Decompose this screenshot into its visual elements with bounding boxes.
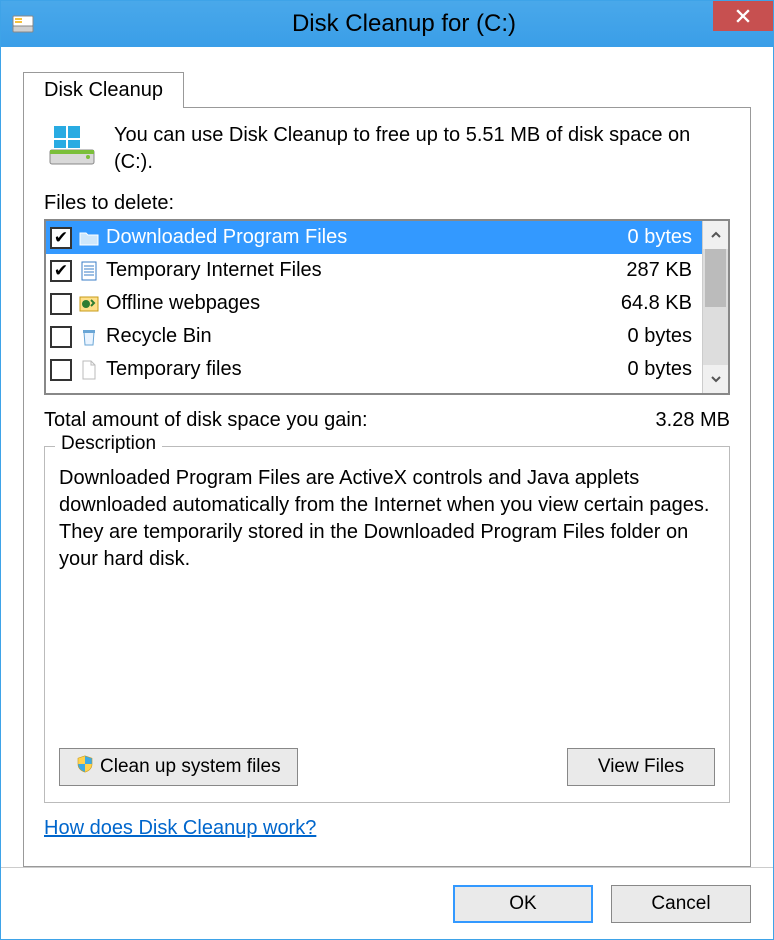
chevron-down-icon — [710, 373, 722, 385]
file-size: 0 bytes — [628, 325, 702, 348]
cleanup-system-files-button[interactable]: Clean up system files — [59, 748, 298, 786]
file-name: Offline webpages — [106, 292, 621, 315]
file-checkbox[interactable] — [50, 293, 72, 315]
content-area: Disk Cleanup — [1, 47, 773, 867]
file-size: 0 bytes — [628, 226, 702, 249]
disk-cleanup-window: Disk Cleanup for (C:) Disk Cleanup — [0, 0, 774, 940]
file-checkbox[interactable]: ✔ — [50, 227, 72, 249]
file-size: 64.8 KB — [621, 292, 702, 315]
file-name: Temporary Internet Files — [106, 259, 626, 282]
disk-cleanup-app-icon — [11, 12, 35, 36]
titlebar: Disk Cleanup for (C:) — [1, 1, 773, 47]
gain-value: 3.28 MB — [656, 409, 730, 432]
file-checkbox[interactable] — [50, 326, 72, 348]
recycle-icon — [78, 326, 100, 348]
ok-label: OK — [509, 893, 536, 915]
chevron-up-icon — [710, 229, 722, 241]
scroll-thumb[interactable] — [705, 249, 726, 307]
file-icon — [78, 359, 100, 381]
intro-row: You can use Disk Cleanup to free up to 5… — [44, 122, 730, 176]
scroll-up-button[interactable] — [703, 221, 728, 249]
file-size: 287 KB — [626, 259, 702, 282]
description-legend: Description — [55, 433, 162, 455]
dialog-footer: OK Cancel — [1, 867, 773, 939]
window-title: Disk Cleanup for (C:) — [35, 10, 773, 38]
offline-icon — [78, 293, 100, 315]
folder-icon — [78, 227, 100, 249]
help-link[interactable]: How does Disk Cleanup work? — [44, 817, 730, 840]
view-files-button[interactable]: View Files — [567, 748, 715, 786]
file-row[interactable]: Temporary files0 bytes — [46, 353, 702, 386]
tab-strip: Disk Cleanup — [23, 71, 751, 107]
file-checkbox[interactable] — [50, 359, 72, 381]
file-name: Downloaded Program Files — [106, 226, 628, 249]
file-checkbox[interactable]: ✔ — [50, 260, 72, 282]
file-row[interactable]: ✔ Downloaded Program Files0 bytes — [46, 221, 702, 254]
file-row[interactable]: Recycle Bin0 bytes — [46, 320, 702, 353]
files-scrollbar[interactable] — [702, 221, 728, 393]
description-group: Description Downloaded Program Files are… — [44, 446, 730, 803]
gain-row: Total amount of disk space you gain: 3.2… — [44, 409, 730, 432]
file-row[interactable]: Offline webpages64.8 KB — [46, 287, 702, 320]
file-name: Temporary files — [106, 358, 628, 381]
view-files-label: View Files — [598, 756, 684, 778]
cleanup-system-files-label: Clean up system files — [100, 756, 281, 778]
files-list: ✔Downloaded Program Files0 bytes✔Tempora… — [44, 219, 730, 395]
file-name: Recycle Bin — [106, 325, 628, 348]
close-icon — [736, 9, 750, 23]
cancel-label: Cancel — [651, 893, 710, 915]
file-row[interactable]: ✔ Temporary Internet Files287 KB — [46, 254, 702, 287]
tab-panel: You can use Disk Cleanup to free up to 5… — [23, 107, 751, 867]
intro-text: You can use Disk Cleanup to free up to 5… — [114, 122, 730, 176]
drive-icon — [44, 122, 100, 170]
shield-icon — [76, 755, 94, 779]
webdoc-icon — [78, 260, 100, 282]
scroll-track[interactable] — [703, 249, 728, 365]
ok-button[interactable]: OK — [453, 885, 593, 923]
description-text: Downloaded Program Files are ActiveX con… — [59, 465, 715, 573]
cancel-button[interactable]: Cancel — [611, 885, 751, 923]
tab-disk-cleanup[interactable]: Disk Cleanup — [23, 72, 184, 108]
close-button[interactable] — [713, 1, 773, 31]
file-size: 0 bytes — [628, 358, 702, 381]
files-to-delete-label: Files to delete: — [44, 192, 730, 215]
gain-label: Total amount of disk space you gain: — [44, 409, 368, 432]
scroll-down-button[interactable] — [703, 365, 728, 393]
